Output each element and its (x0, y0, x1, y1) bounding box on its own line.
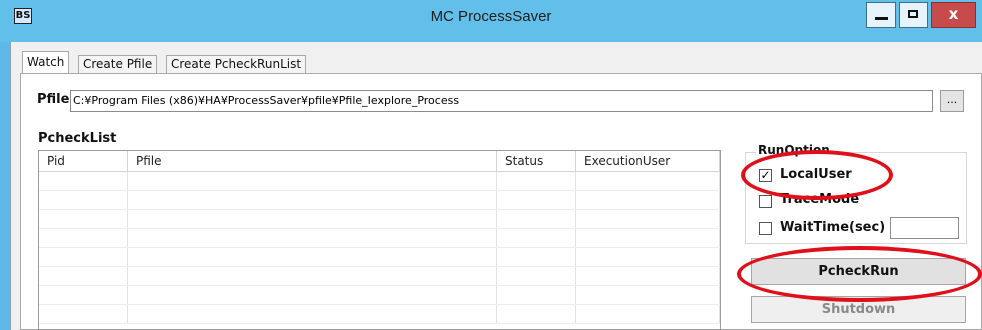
highlight-ellipse-localuser (741, 150, 893, 200)
window-title: MC ProcessSaver (430, 8, 552, 25)
grid-header-row: Pid Pfile Status ExecutionUser (39, 151, 720, 172)
tracemode-checkbox[interactable] (759, 195, 772, 208)
maximize-icon (908, 10, 918, 18)
column-header-pid[interactable]: Pid (39, 151, 128, 172)
highlight-ellipse-pcheckrun (737, 246, 982, 302)
pfile-label: Pfile: (37, 92, 75, 107)
table-row[interactable] (39, 285, 720, 305)
waittime-input[interactable] (890, 217, 959, 239)
table-row[interactable] (39, 190, 720, 210)
column-header-executionuser[interactable]: ExecutionUser (575, 151, 720, 172)
pchecklist-grid[interactable]: Pid Pfile Status ExecutionUser (38, 150, 721, 330)
table-row[interactable] (39, 171, 720, 191)
tab-watch[interactable]: Watch (22, 51, 70, 74)
table-row[interactable] (39, 228, 720, 248)
pfile-path-field[interactable]: C:¥Program Files (x86)¥HA¥ProcessSaver¥p… (70, 90, 933, 112)
column-header-pfile[interactable]: Pfile (127, 151, 497, 172)
browse-button[interactable]: ... (940, 90, 964, 112)
close-button[interactable]: x (931, 2, 976, 28)
table-row[interactable] (39, 304, 720, 324)
table-row[interactable] (39, 209, 720, 229)
tab-create-pcheckrunlist[interactable]: Create PcheckRunList (166, 55, 307, 74)
column-header-status[interactable]: Status (496, 151, 576, 172)
tab-create-pfile[interactable]: Create Pfile (78, 55, 158, 74)
minimize-icon (875, 17, 888, 20)
waittime-checkbox[interactable] (759, 222, 772, 235)
table-row[interactable] (39, 247, 720, 267)
minimize-button[interactable] (866, 2, 896, 28)
maximize-button[interactable] (899, 2, 928, 28)
pchecklist-label: PcheckList (38, 131, 117, 146)
close-icon: x (948, 5, 959, 23)
waittime-label: WaitTime(sec) (780, 220, 886, 235)
table-row[interactable] (39, 266, 720, 286)
